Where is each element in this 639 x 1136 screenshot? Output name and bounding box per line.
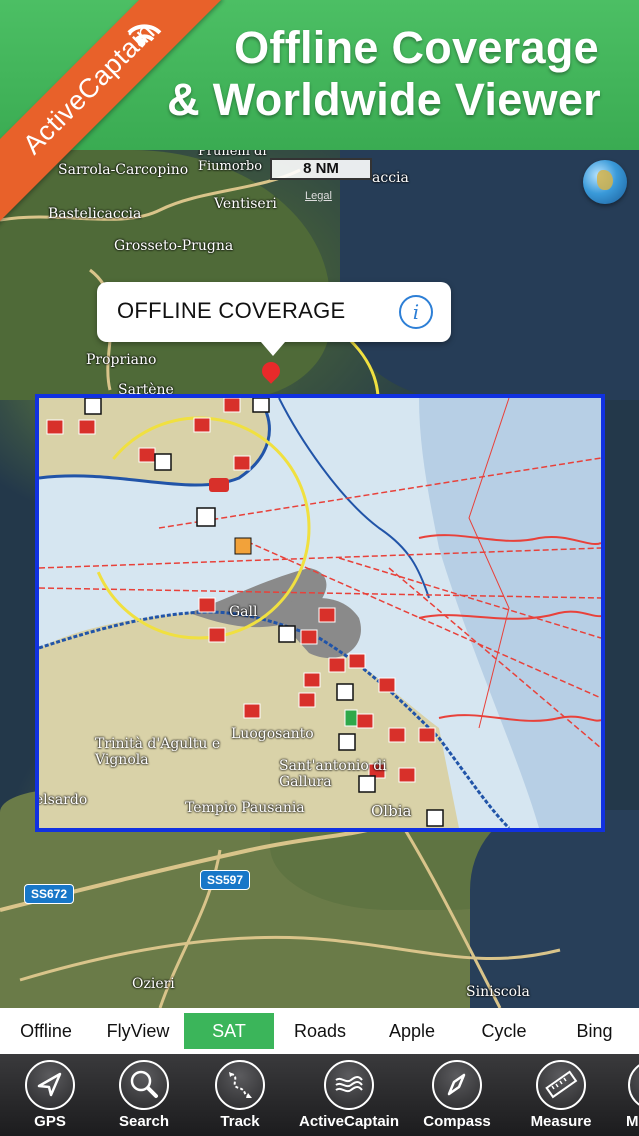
activecaptain-button[interactable]: ActiveCaptain <box>290 1060 408 1130</box>
ruler-icon <box>545 1070 578 1099</box>
more-label: M <box>626 1113 639 1130</box>
search-label: Search <box>118 1113 170 1130</box>
info-icon[interactable]: i <box>399 295 433 329</box>
map-type-apple[interactable]: Apple <box>366 1013 458 1049</box>
map-type-offline[interactable]: Offline <box>0 1013 92 1049</box>
measure-button[interactable]: Measure <box>516 1060 606 1130</box>
measure-label: Measure <box>530 1113 592 1130</box>
magnifier-icon <box>130 1070 158 1098</box>
map-type-sat[interactable]: SAT <box>184 1013 274 1049</box>
compass-button[interactable]: Compass <box>414 1060 500 1130</box>
place-label: Luogosanto <box>231 726 314 742</box>
activecaptain-label: ActiveCaptain <box>298 1113 400 1130</box>
place-label: Olbia <box>371 802 412 820</box>
map-type-cycle[interactable]: Cycle <box>458 1013 550 1049</box>
track-label: Track <box>220 1113 260 1130</box>
place-label: Sant'antonio di Gallura <box>279 758 387 790</box>
gps-label: GPS <box>34 1113 66 1130</box>
track-button[interactable]: Track <box>202 1060 278 1130</box>
map-type-flyview[interactable]: FlyView <box>92 1013 184 1049</box>
more-icon <box>630 1062 639 1107</box>
activecaptain-waves-icon <box>335 1076 363 1093</box>
offline-coverage-region[interactable]: Gall Trinità d'Agultu e Vignola Luogosan… <box>35 394 605 832</box>
map-type-selector: Offline FlyView SAT Roads Apple Cycle Bi… <box>0 1008 639 1054</box>
location-arrow-icon <box>37 1072 62 1097</box>
gps-button[interactable]: GPS <box>12 1060 88 1130</box>
place-label: Trinità d'Agultu e Vignola <box>95 736 221 768</box>
place-label: Gall <box>229 604 258 620</box>
place-label: Tempio Pausania <box>185 800 305 816</box>
callout-title: OFFLINE COVERAGE <box>117 298 346 323</box>
bottom-toolbar: GPS Search Track ActiveCaptain Compass M… <box>0 1054 639 1136</box>
more-button[interactable]: M <box>622 1060 639 1130</box>
place-label: Castelsardo <box>35 792 88 808</box>
map-type-bing[interactable]: Bing <box>550 1013 639 1049</box>
offline-coverage-callout[interactable]: OFFLINE COVERAGE i <box>97 282 451 356</box>
map-type-roads[interactable]: Roads <box>274 1013 366 1049</box>
search-button[interactable]: Search <box>106 1060 182 1130</box>
track-icon <box>229 1072 252 1098</box>
satellite-map[interactable]: Prunelli di Fiumorbo Sarrola-Carcopino B… <box>0 150 639 1008</box>
compass-label: Compass <box>423 1113 491 1130</box>
header-title-line1: Offline Coverage <box>234 22 599 73</box>
header-title-line2: & Worldwide Viewer <box>167 74 601 125</box>
compass-icon <box>447 1073 466 1096</box>
